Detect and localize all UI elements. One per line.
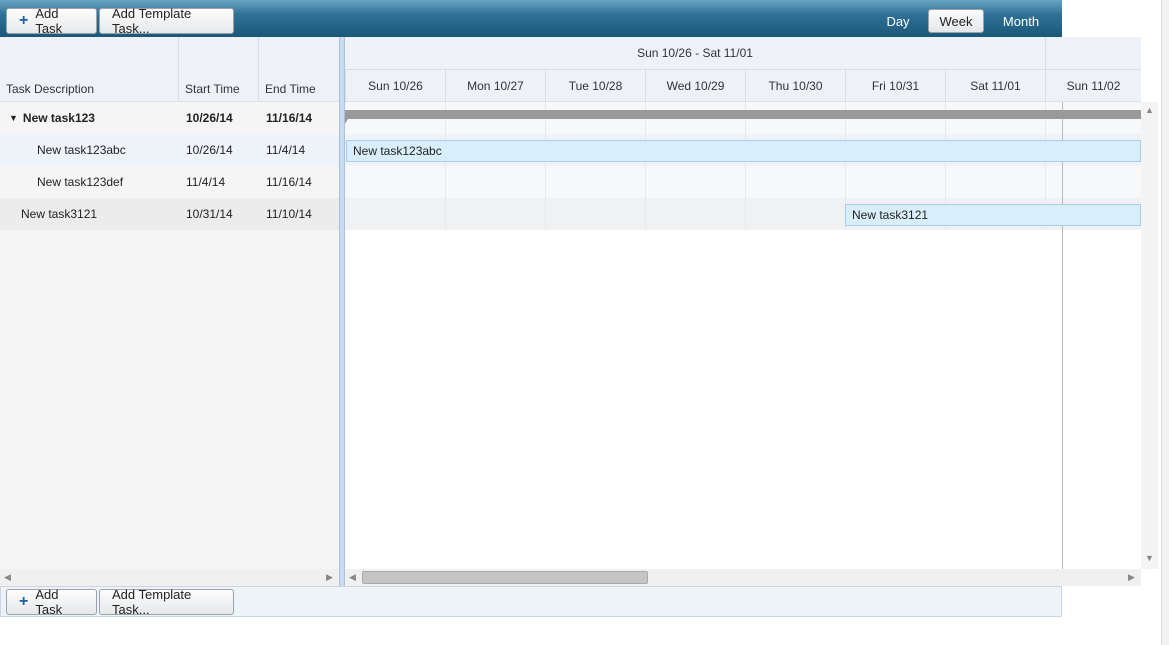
summary-bar[interactable]: [345, 110, 1141, 119]
task-name: New task3121: [21, 207, 98, 221]
timeline-vertical-scrollbar[interactable]: ▲ ▼: [1141, 102, 1158, 569]
day-header: Sun 11/02: [1045, 69, 1141, 102]
view-day-button[interactable]: Day: [876, 9, 920, 33]
day-header: Mon 10/27: [445, 69, 545, 102]
grid-horizontal-scrollbar[interactable]: ◀ ▶: [0, 569, 339, 586]
add-template-task-button[interactable]: Add Template Task...: [99, 587, 234, 617]
add-template-task-label: Add Template Task...: [112, 587, 192, 617]
task-end: 11/10/14: [266, 207, 312, 221]
scroll-right-icon[interactable]: ▶: [326, 572, 333, 583]
task-end: 11/16/14: [266, 111, 313, 125]
add-task-label: Add Task: [35, 587, 63, 617]
day-header: Fri 10/31: [845, 69, 945, 102]
task-start: 10/26/14: [186, 111, 233, 125]
collapse-triangle-icon[interactable]: ▼: [9, 113, 18, 123]
plus-icon: +: [19, 593, 29, 610]
task-end: 11/16/14: [266, 175, 312, 189]
task-end: 11/4/14: [266, 143, 306, 157]
day-header: Sun 10/26: [345, 69, 445, 102]
scroll-up-icon[interactable]: ▲: [1145, 105, 1154, 115]
table-row[interactable]: New task123def 11/4/14 11/16/14: [0, 166, 339, 198]
column-end-time[interactable]: End Time: [259, 37, 339, 102]
scrollbar-thumb[interactable]: [362, 571, 648, 584]
bottom-toolbar: + Add Task Add Template Task...: [0, 586, 1062, 617]
day-gridline: [645, 102, 745, 230]
table-row[interactable]: New task3121 10/31/14 11/10/14: [0, 198, 339, 230]
task-name: New task123abc: [37, 143, 126, 157]
scroll-left-icon[interactable]: ◀: [4, 572, 11, 583]
table-row[interactable]: ▼ New task123 10/26/14 11/16/14: [0, 102, 339, 134]
scroll-down-icon[interactable]: ▼: [1145, 553, 1154, 563]
plus-icon: +: [19, 12, 29, 29]
day-gridline: [545, 102, 645, 230]
add-template-task-button[interactable]: Add Template Task...: [99, 6, 234, 36]
day-gridline: [745, 102, 845, 230]
top-toolbar: + Add Task Add Template Task... Day Week…: [0, 0, 1062, 37]
window-edge: [1161, 0, 1169, 645]
day-header: Thu 10/30: [745, 69, 845, 102]
scroll-right-icon[interactable]: ▶: [1128, 572, 1135, 583]
day-gridline: [445, 102, 545, 230]
add-task-button[interactable]: + Add Task: [6, 587, 97, 617]
table-row[interactable]: New task123abc 10/26/14 11/4/14: [0, 134, 339, 166]
task-bar[interactable]: New task123abc: [346, 140, 1141, 162]
view-week-button[interactable]: Week: [928, 9, 984, 33]
scroll-left-icon[interactable]: ◀: [349, 572, 356, 583]
summary-start-marker: [345, 110, 353, 124]
task-start: 11/4/14: [186, 175, 226, 189]
task-start: 10/26/14: [186, 143, 233, 157]
add-task-button[interactable]: + Add Task: [6, 6, 97, 36]
timeline-horizontal-scrollbar[interactable]: ◀ ▶: [345, 569, 1141, 586]
task-name: New task123: [22, 111, 95, 125]
add-template-task-label: Add Template Task...: [112, 6, 192, 36]
task-start: 10/31/14: [186, 207, 233, 221]
view-month-button[interactable]: Month: [992, 9, 1050, 33]
task-name: New task123def: [37, 175, 124, 189]
today-line: [1062, 102, 1063, 569]
day-header: Tue 10/28: [545, 69, 645, 102]
week-label: Sun 10/26 - Sat 11/01: [637, 46, 753, 60]
column-task-description[interactable]: Task Description: [0, 37, 179, 102]
day-header: Sat 11/01: [945, 69, 1045, 102]
column-start-time[interactable]: Start Time: [179, 37, 259, 102]
add-task-label: Add Task: [35, 6, 63, 36]
day-header: Wed 10/29: [645, 69, 745, 102]
task-bar[interactable]: New task3121: [845, 204, 1141, 226]
